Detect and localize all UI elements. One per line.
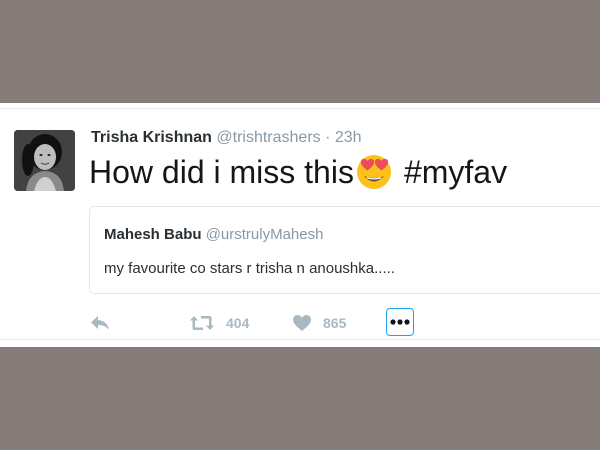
reply-button[interactable] — [89, 307, 111, 339]
retweet-button[interactable]: 404 — [189, 307, 249, 339]
author-handle[interactable]: @trishtrashers — [216, 129, 320, 146]
tweet-author-line: Trisha Krishnan @trishtrashers · 23h — [91, 129, 362, 147]
like-button[interactable]: 865 — [292, 307, 346, 339]
quoted-author-handle: @urstrulyMahesh — [205, 226, 324, 243]
quoted-author-name: Mahesh Babu — [104, 226, 202, 243]
tweet-text-main: How did i miss this — [89, 154, 354, 190]
tweet-timestamp[interactable]: 23h — [335, 129, 362, 146]
bottom-background-band — [0, 347, 600, 450]
heart-icon — [293, 315, 311, 331]
more-options-button[interactable] — [386, 308, 414, 336]
ellipsis-icon — [390, 319, 410, 325]
reply-icon — [91, 316, 109, 330]
retweet-count: 404 — [226, 315, 250, 331]
tweet-hashtag[interactable]: #myfav — [404, 154, 507, 190]
author-name[interactable]: Trisha Krishnan — [91, 129, 212, 146]
separator-dot: · — [325, 129, 331, 146]
tweet-text: How did i miss this #myfav — [89, 151, 507, 192]
like-count: 865 — [323, 315, 347, 331]
heart-eyes-emoji-icon — [354, 151, 394, 191]
tweet-container: Trisha Krishnan @trishtrashers · 23h How… — [0, 108, 600, 340]
tweet-card: Trisha Krishnan @trishtrashers · 23h How… — [0, 103, 600, 347]
avatar-photo — [14, 130, 75, 191]
retweet-icon — [190, 316, 214, 330]
quoted-tweet-text: my favourite co stars r trisha n anoushk… — [104, 260, 395, 277]
avatar[interactable] — [14, 130, 75, 191]
quoted-author-line: Mahesh Babu @urstrulyMahesh — [104, 226, 323, 243]
tweet-actions: 404 865 — [89, 307, 489, 339]
quoted-tweet[interactable]: Mahesh Babu @urstrulyMahesh my favourite… — [89, 206, 600, 294]
top-background-band — [0, 0, 600, 103]
